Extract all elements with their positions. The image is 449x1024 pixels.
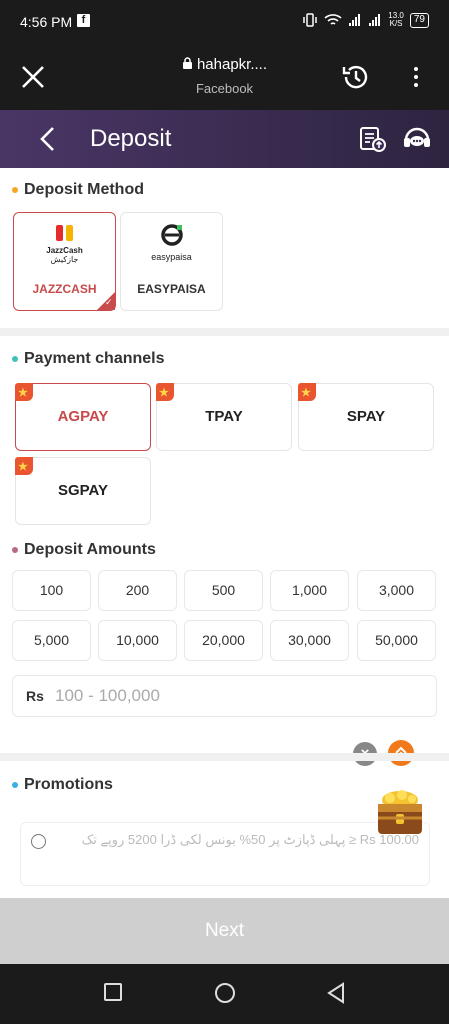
amount-option[interactable]: 5,000 (12, 620, 91, 661)
section-dot (12, 782, 18, 788)
recents-icon[interactable] (103, 982, 123, 1002)
amount-option[interactable]: 3,000 (357, 570, 436, 611)
net-speed-unit: K/S (389, 19, 403, 28)
more-vertical-icon[interactable] (412, 66, 420, 88)
method-easypaisa[interactable]: easypaisa EASYPAISA (120, 212, 223, 311)
promotion-radio[interactable] (31, 834, 46, 849)
channel-agpay-label: AGPAY (57, 408, 109, 425)
next-button[interactable]: Next (0, 898, 449, 964)
easypaisa-logo: easypaisa (121, 223, 222, 262)
deposit-amounts-title: Deposit Amounts (24, 541, 156, 558)
lock-icon (182, 56, 193, 74)
deposit-method-title: Deposit Method (24, 181, 144, 198)
amount-option[interactable]: 500 (184, 570, 263, 611)
amount-option[interactable]: 20,000 (184, 620, 263, 661)
amount-input[interactable] (55, 682, 425, 710)
promotions-title: Promotions (24, 776, 113, 793)
amount-input-box: Rs (12, 675, 437, 717)
back-nav-icon[interactable] (326, 982, 346, 1004)
deposit-content: Deposit Method JazzCash جازکیش JAZZCASH … (0, 168, 449, 898)
customer-service-icon[interactable] (402, 124, 432, 154)
promotion-text: پہلی ڈپازٹ پر 50% بونس لکی ڈرا 5200 روپے… (81, 832, 419, 847)
wifi-icon (324, 14, 342, 25)
section-divider (0, 753, 449, 761)
channel-badge-icon (156, 360, 174, 426)
easypaisa-label: EASYPAISA (137, 282, 206, 296)
amount-option[interactable]: 200 (98, 570, 177, 611)
url-text: hahapkr.... (196, 56, 268, 73)
channel-spay[interactable]: SPAY (298, 360, 434, 451)
promotion-option[interactable]: پہلی ڈپازٹ پر 50% بونس لکی ڈرا 5200 روپے… (20, 822, 430, 886)
section-dot (12, 187, 18, 193)
channel-tpay-label: TPAY (205, 408, 243, 425)
channel-tpay[interactable]: TPAY (156, 360, 292, 451)
jazzcash-logo-text: JazzCash (46, 246, 83, 255)
status-bar: 4:56 PM f 13.0 K/S 79 (0, 0, 449, 44)
method-jazzcash[interactable]: JazzCash جازکیش JAZZCASH ✓ (13, 212, 116, 311)
page-title: Deposit (90, 125, 172, 152)
back-arrow-icon[interactable] (38, 126, 56, 152)
jazzcash-logo: JazzCash جازکیش (14, 223, 115, 264)
jazzcash-mark-icon (55, 225, 73, 241)
jazzcash-logo-sub: جازکیش (50, 255, 79, 264)
signal-icon (349, 14, 361, 26)
browser-source: Facebook (195, 81, 254, 96)
channel-badge-icon (298, 360, 316, 426)
page-header: Deposit (0, 110, 449, 168)
channel-badge-icon (15, 360, 33, 426)
channel-badge-icon (15, 434, 33, 500)
channel-sgpay-label: SGPAY (57, 482, 109, 499)
selected-check-icon: ✓ (97, 292, 115, 310)
currency-label: Rs (26, 688, 44, 704)
payment-channels-title: Payment channels (24, 350, 165, 367)
amount-option[interactable]: 10,000 (98, 620, 177, 661)
channel-sgpay[interactable]: SGPAY (15, 434, 151, 525)
status-time: 4:56 PM (20, 14, 73, 30)
section-divider (0, 328, 449, 336)
channel-agpay[interactable]: AGPAY (15, 360, 151, 451)
status-icons: 13.0 K/S 79 (302, 12, 429, 28)
facebook-notification-icon: f (77, 14, 90, 27)
section-dot (12, 547, 18, 553)
deposit-records-icon[interactable] (358, 124, 388, 154)
home-icon[interactable] (214, 982, 236, 1004)
channel-spay-label: SPAY (346, 408, 386, 425)
android-nav-bar (0, 964, 449, 1024)
signal-icon-2 (369, 14, 381, 26)
treasure-chest-icon[interactable] (372, 788, 428, 840)
vibrate-icon (303, 13, 318, 27)
battery-indicator: 79 (409, 12, 429, 28)
amount-option[interactable]: 50,000 (357, 620, 436, 661)
history-icon[interactable] (340, 61, 372, 93)
amount-option[interactable]: 1,000 (270, 570, 349, 611)
browser-bar: hahapkr.... Facebook (0, 44, 449, 110)
easypaisa-logo-text: easypaisa (151, 252, 192, 262)
amount-option[interactable]: 100 (12, 570, 91, 611)
easypaisa-mark-icon (160, 224, 183, 246)
net-speed: 13.0 K/S (388, 12, 404, 28)
amount-option[interactable]: 30,000 (270, 620, 349, 661)
browser-url[interactable]: hahapkr.... (0, 56, 449, 74)
